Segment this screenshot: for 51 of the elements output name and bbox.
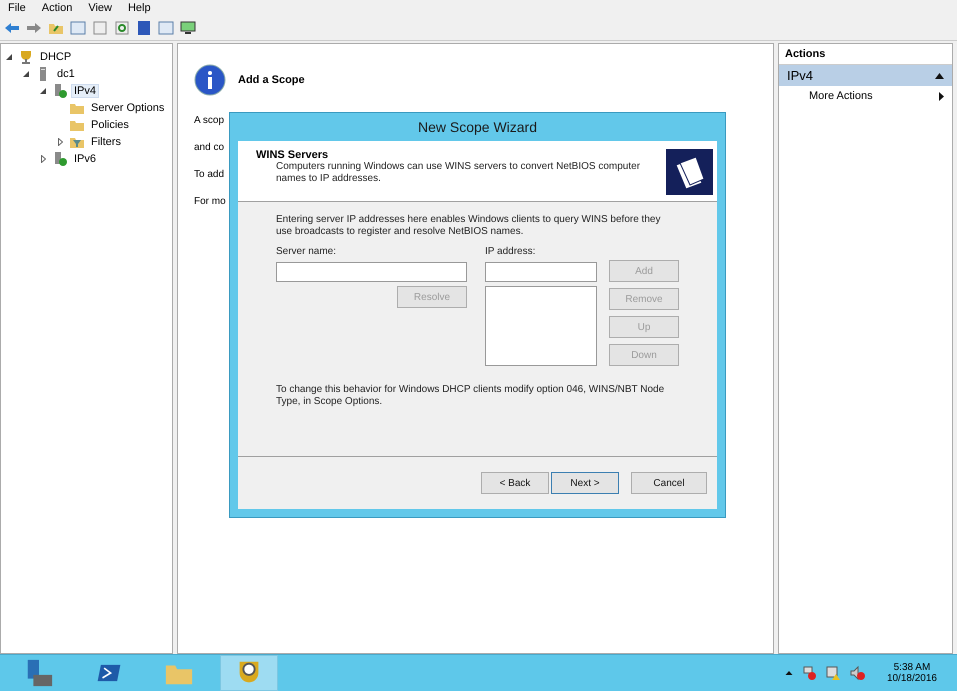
trophy-icon: [18, 48, 34, 64]
menu-item[interactable]: View: [88, 2, 112, 14]
section-heading: Add a Scope: [238, 74, 305, 86]
menu-item[interactable]: File: [8, 2, 26, 14]
wizard-button[interactable]: < Back: [481, 472, 549, 494]
field-label: Server name:: [276, 246, 338, 258]
field-label: IP address:: [485, 246, 536, 258]
expanded-arrow-icon[interactable]: [23, 70, 29, 76]
page-title: WINS Servers: [256, 149, 328, 161]
collapse-icon[interactable]: [935, 72, 944, 78]
server-name-field[interactable]: [276, 262, 467, 282]
paragraph: To add: [194, 168, 224, 182]
taskbar-app[interactable]: [220, 655, 278, 691]
tree-item[interactable]: Filters: [88, 134, 124, 148]
wizard-button[interactable]: Next >: [551, 472, 619, 494]
server-check-icon: [52, 150, 68, 166]
server-check-icon: [52, 82, 68, 98]
collapsed-arrow-icon[interactable]: [58, 138, 62, 146]
page-description: Computers running Windows can use WINS servers to convert NetBIOS computer names to IP addresses.: [276, 161, 642, 185]
clock-time: 5:38 AM: [894, 662, 930, 673]
tree-item[interactable]: Policies: [88, 118, 132, 132]
menu-item[interactable]: Action: [42, 2, 72, 14]
submenu-arrow-icon: [939, 92, 944, 100]
tree-item[interactable]: IPv4: [71, 84, 100, 98]
ip-address-list[interactable]: [485, 286, 597, 366]
tree-item[interactable]: dc1: [54, 66, 78, 80]
wizard-button[interactable]: Cancel: [631, 472, 707, 494]
show-hidden-icon: [784, 669, 793, 677]
intro-text: Entering server IP addresses here enables Windows clients to query WINS before they use broadcasts to register and resolve NetBIOS names.: [276, 214, 662, 238]
ip-address-field[interactable]: [485, 262, 597, 282]
speaker-mute-icon: [848, 665, 865, 681]
collapsed-arrow-icon[interactable]: [40, 154, 46, 162]
tree-item[interactable]: Server Options: [88, 100, 168, 114]
paragraph: and co: [194, 141, 224, 155]
paragraph: A scop: [194, 114, 224, 128]
expanded-arrow-icon[interactable]: [6, 54, 12, 60]
note-text: To change this behavior for Windows DHCP clients modify option 046, WINS/NBT Node Type, in Scope Options.: [276, 384, 666, 408]
folders-icon: [666, 149, 713, 195]
expanded-arrow-icon[interactable]: [40, 88, 46, 94]
tree-item[interactable]: IPv6: [71, 152, 100, 166]
action-item[interactable]: More Actions: [779, 86, 952, 106]
info-icon: [194, 64, 226, 96]
monitor-icon: [180, 20, 196, 36]
clock-date: 10/18/2016: [886, 673, 937, 684]
dialog-title: New Scope Wizard: [416, 118, 538, 137]
flag-error-icon: [800, 665, 817, 681]
paragraph: For mo: [194, 195, 226, 209]
action-group-header[interactable]: IPv4: [779, 65, 952, 86]
tree-item[interactable]: DHCP: [37, 50, 74, 64]
menu-item[interactable]: Help: [128, 2, 151, 14]
network-warning-icon: [824, 665, 841, 681]
